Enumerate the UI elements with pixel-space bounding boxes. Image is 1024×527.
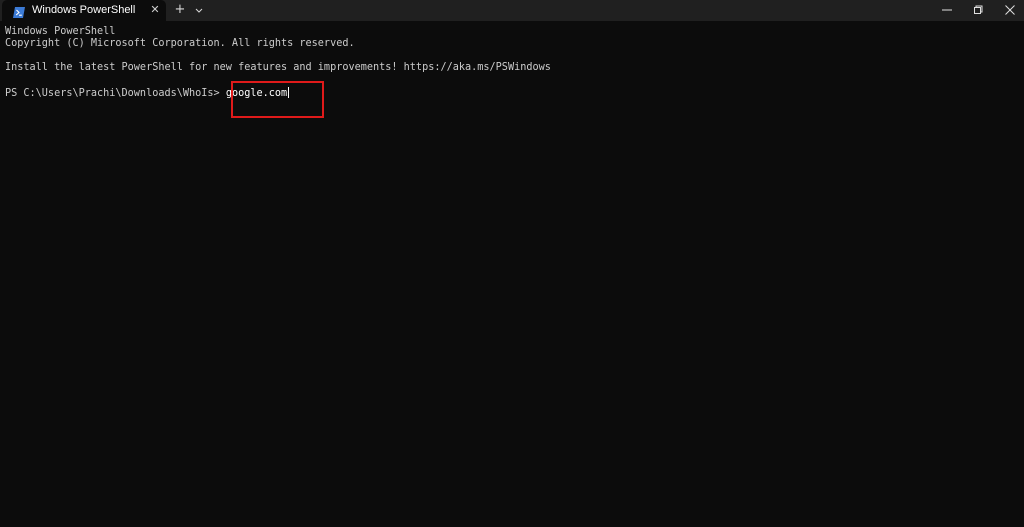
chevron-down-icon[interactable] (192, 1, 206, 19)
close-tab-icon[interactable]: ✕ (147, 2, 163, 18)
powershell-window: Windows PowerShell ✕ + Windows PowerShel… (0, 0, 1024, 527)
minimize-button[interactable] (930, 0, 964, 21)
powershell-icon (13, 5, 25, 18)
restore-icon (974, 5, 983, 14)
title-bar: Windows PowerShell ✕ + (0, 0, 1024, 21)
new-tab-button[interactable]: + (172, 1, 188, 19)
tab-windows-powershell[interactable]: Windows PowerShell ✕ (2, 0, 166, 21)
close-window-button[interactable] (993, 0, 1024, 21)
tab-title: Windows PowerShell (32, 4, 136, 16)
minimize-icon (942, 9, 952, 11)
prompt-path: PS C:\Users\Prachi\Downloads\WhoIs> (5, 88, 226, 99)
terminal-line: Copyright (C) Microsoft Corporation. All… (5, 38, 355, 49)
terminal-line: Install the latest PowerShell for new fe… (5, 62, 551, 73)
command-highlight-box (231, 81, 324, 118)
terminal-output[interactable]: Windows PowerShell Copyright (C) Microso… (0, 21, 1024, 527)
close-icon (1005, 5, 1015, 15)
terminal-line: Windows PowerShell (5, 26, 116, 37)
restore-button[interactable] (961, 0, 995, 21)
